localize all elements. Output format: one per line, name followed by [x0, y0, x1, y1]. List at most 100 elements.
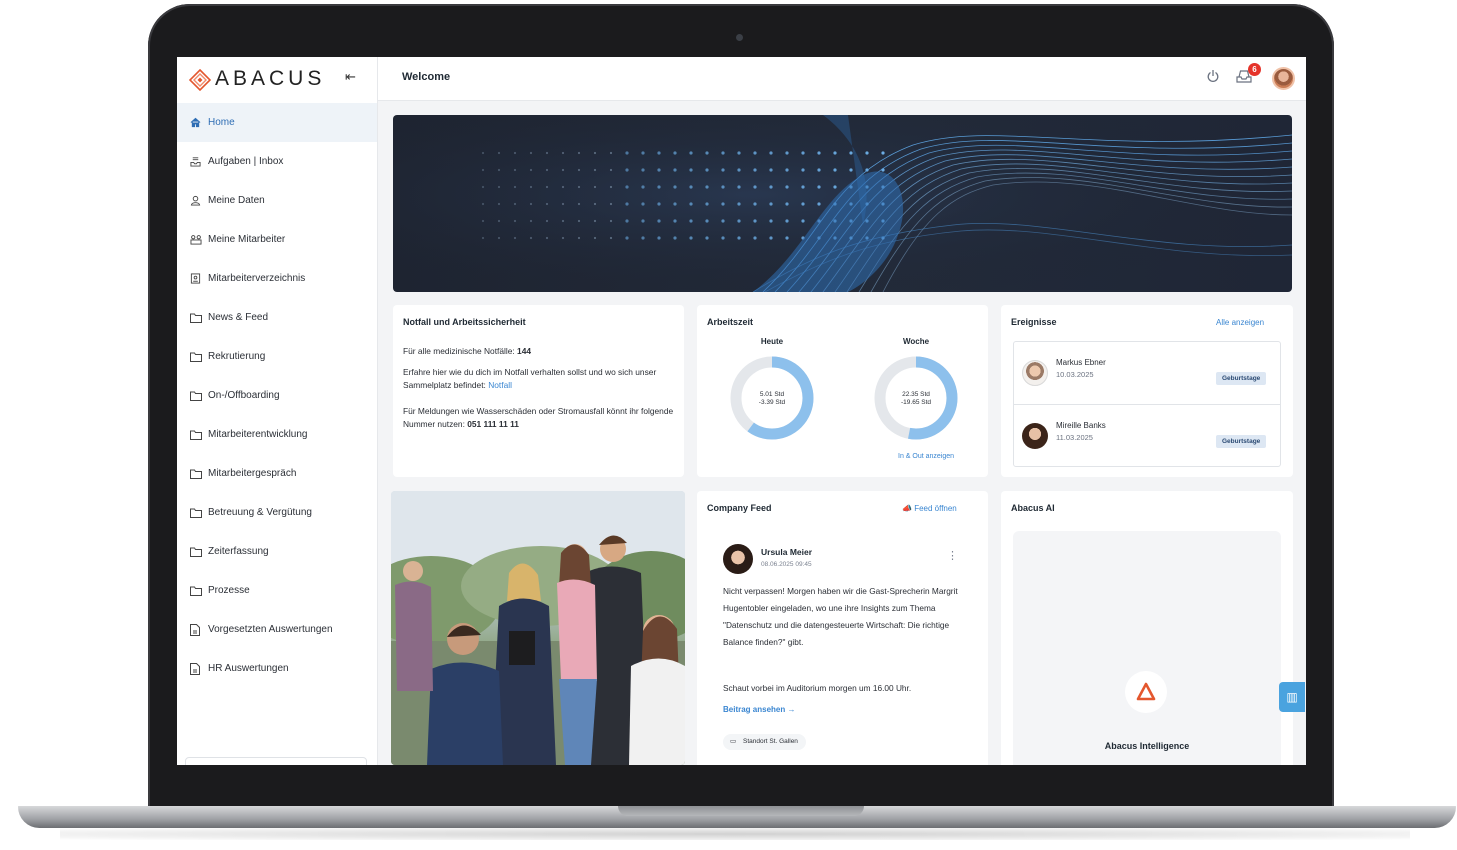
feed-open-label: Feed öffnen: [914, 504, 957, 513]
today-values: 5.01 Std -3.39 Std: [732, 391, 812, 407]
sidebar-item-rekrutierung[interactable]: Rekrutierung: [177, 337, 377, 376]
person-icon: [190, 195, 208, 206]
hero-dot: [705, 185, 709, 189]
more-options-icon[interactable]: ⋮: [947, 549, 958, 562]
sidebar-item-news-feed[interactable]: News & Feed: [177, 298, 377, 337]
hero-dot: [673, 151, 677, 155]
event-tag: Geburtstage: [1216, 435, 1267, 448]
topbar: Welcome 6: [378, 57, 1306, 101]
hero-dot: [529, 185, 533, 189]
event-tag: Geburtstage: [1216, 372, 1267, 385]
notfall-line-emergency: Für alle medizinische Notfälle: 144: [403, 345, 675, 358]
hero-dot: [609, 236, 613, 240]
ereignisse-title: Ereignisse: [1011, 317, 1057, 327]
hero-dot: [785, 219, 789, 223]
sidebar-item-mitarbeiterentwicklung[interactable]: Mitarbeiterentwicklung: [177, 415, 377, 454]
sidebar-item-mitarbeitergespraech[interactable]: Mitarbeitergespräch: [177, 454, 377, 493]
hero-dot: [689, 202, 693, 206]
sidebar-item-home[interactable]: Home: [177, 103, 377, 142]
sidebar-item-label: Zeiterfassung: [208, 546, 269, 557]
notfall-emergency-number: 144: [517, 346, 532, 356]
hero-dot: [833, 151, 837, 155]
power-icon[interactable]: [1206, 69, 1220, 86]
feed-more-link[interactable]: Beitrag ansehen →: [723, 705, 795, 714]
sidebar-item-meine-daten[interactable]: Meine Daten: [177, 181, 377, 220]
laptop-shadow: [60, 828, 1410, 840]
hero-dot: [817, 168, 821, 172]
sidebar-footer-input[interactable]: [185, 757, 367, 765]
hero-dot: [577, 236, 581, 240]
list-item[interactable]: Markus Ebner 10.03.2025 Geburtstage: [1014, 342, 1280, 404]
hero-dot: [481, 151, 485, 155]
hero-dot: [593, 168, 597, 172]
hero-dot: [849, 168, 853, 172]
sidebar-item-vorgesetzten-auswertungen[interactable]: Vorgesetzten Auswertungen: [177, 610, 377, 649]
hero-dot: [753, 168, 757, 172]
hero-dot: [529, 202, 533, 206]
week-delta: -19.65 Std: [901, 399, 931, 406]
hero-dot: [513, 185, 517, 189]
sidebar-item-inbox[interactable]: Aufgaben | Inbox: [177, 142, 377, 181]
hero-dot: [769, 151, 773, 155]
hero-dot: [881, 151, 885, 155]
hero-dot: [577, 219, 581, 223]
folder-icon: [190, 430, 208, 440]
side-panel-toggle[interactable]: ▥: [1279, 682, 1305, 712]
collapse-sidebar-icon[interactable]: ⇤: [345, 69, 356, 85]
hero-dot: [817, 202, 821, 206]
panel-icon: ▥: [1286, 690, 1298, 704]
hero-dot: [625, 151, 629, 155]
hero-dot: [689, 219, 693, 223]
alle-anzeigen-link[interactable]: Alle anzeigen: [1216, 318, 1264, 327]
hero-dot: [657, 151, 661, 155]
notfall-line2-text: Erfahre hier wie du dich im Notfall verh…: [403, 367, 657, 390]
hero-dot: [593, 151, 597, 155]
sidebar-item-label: Home: [208, 117, 235, 128]
folder-icon: [190, 508, 208, 518]
ereignisse-card: Ereignisse Alle anzeigen Markus Ebner 10…: [1001, 305, 1293, 477]
feed-author: Ursula Meier: [761, 547, 813, 557]
hero-dot: [561, 185, 565, 189]
sidebar-item-betreuung-verguetung[interactable]: Betreuung & Vergütung: [177, 493, 377, 532]
home-icon: [190, 117, 208, 128]
ai-panel[interactable]: Abacus Intelligence: [1013, 531, 1281, 765]
page-title: Welcome: [402, 71, 451, 83]
notfall-line3-text: Für Meldungen wie Wasserschäden oder Str…: [403, 406, 674, 429]
sidebar-item-label: Mitarbeiterverzeichnis: [208, 273, 306, 284]
in-out-link[interactable]: In & Out anzeigen: [898, 453, 954, 460]
feed-open-link[interactable]: 📣 Feed öffnen: [902, 504, 957, 513]
hero-dot: [705, 219, 709, 223]
list-item[interactable]: Mireille Banks 11.03.2025 Geburtstage: [1014, 404, 1280, 466]
hero-dot: [801, 168, 805, 172]
sidebar-item-hr-auswertungen[interactable]: HR Auswertungen: [177, 649, 377, 688]
sidebar-item-label: Prozesse: [208, 585, 250, 596]
sidebar-item-mitarbeiterverzeichnis[interactable]: Mitarbeiterverzeichnis: [177, 259, 377, 298]
hero-dot: [497, 168, 501, 172]
sidebar: ABACUS ⇤ Home Aufgaben | Inbox Meine Dat…: [177, 57, 378, 765]
hero-dot: [609, 151, 613, 155]
hero-dot: [657, 185, 661, 189]
hero-dot: [641, 236, 645, 240]
avatar: [1022, 360, 1048, 386]
hero-dot: [753, 219, 757, 223]
hero-dot: [545, 185, 549, 189]
notfall-line-info: Erfahre hier wie du dich im Notfall verh…: [403, 366, 675, 392]
hero-dot: [801, 185, 805, 189]
hero-dot: [689, 236, 693, 240]
hero-dot: [673, 168, 677, 172]
sidebar-item-zeiterfassung[interactable]: Zeiterfassung: [177, 532, 377, 571]
folder-icon: [190, 313, 208, 323]
location-chip[interactable]: ▭ Standort St. Gallen: [723, 734, 806, 750]
hero-dot: [593, 236, 597, 240]
hero-dot: [689, 151, 693, 155]
user-avatar[interactable]: [1272, 67, 1295, 90]
hero-dot: [769, 236, 773, 240]
sidebar-item-onboarding[interactable]: On-/Offboarding: [177, 376, 377, 415]
notfall-link[interactable]: Notfall: [488, 380, 512, 390]
feed-post-text-2: Schaut vorbei im Auditorium morgen um 16…: [723, 683, 912, 693]
sidebar-item-meine-mitarbeiter[interactable]: Meine Mitarbeiter: [177, 220, 377, 259]
location-label: Standort St. Gallen: [743, 738, 798, 745]
hero-dot: [865, 151, 869, 155]
sidebar-item-prozesse[interactable]: Prozesse: [177, 571, 377, 610]
hero-dot: [625, 202, 629, 206]
